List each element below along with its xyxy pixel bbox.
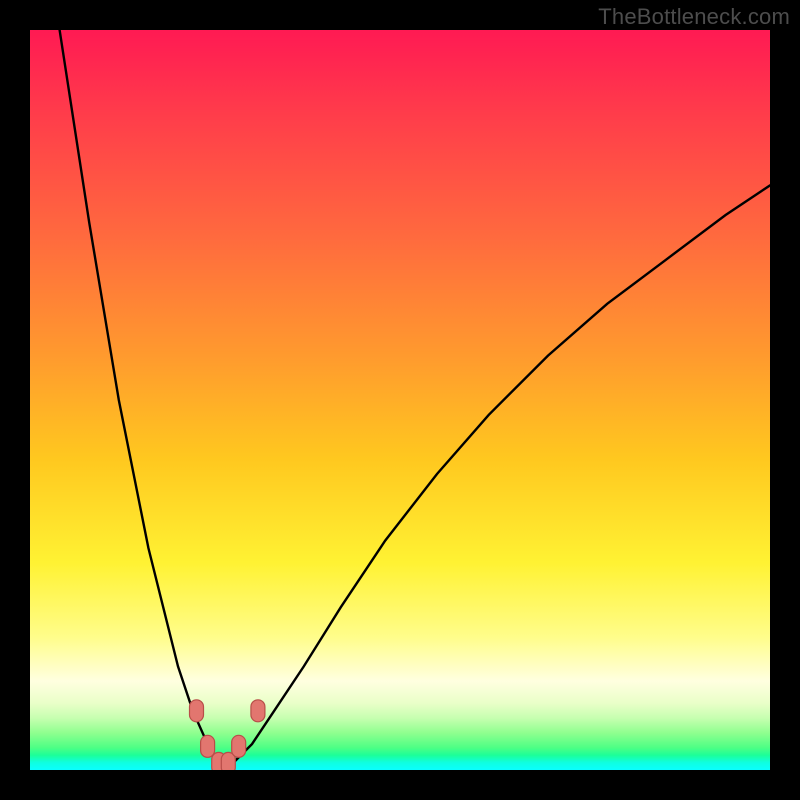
bottleneck-curve xyxy=(60,30,770,766)
curve-marker xyxy=(251,700,265,722)
curve-marker xyxy=(190,700,204,722)
curve-markers xyxy=(190,700,265,770)
curve-svg xyxy=(30,30,770,770)
plot-area xyxy=(30,30,770,770)
chart-frame: TheBottleneck.com xyxy=(0,0,800,800)
watermark-text: TheBottleneck.com xyxy=(598,4,790,30)
curve-marker xyxy=(201,735,215,757)
curve-marker xyxy=(232,735,246,757)
